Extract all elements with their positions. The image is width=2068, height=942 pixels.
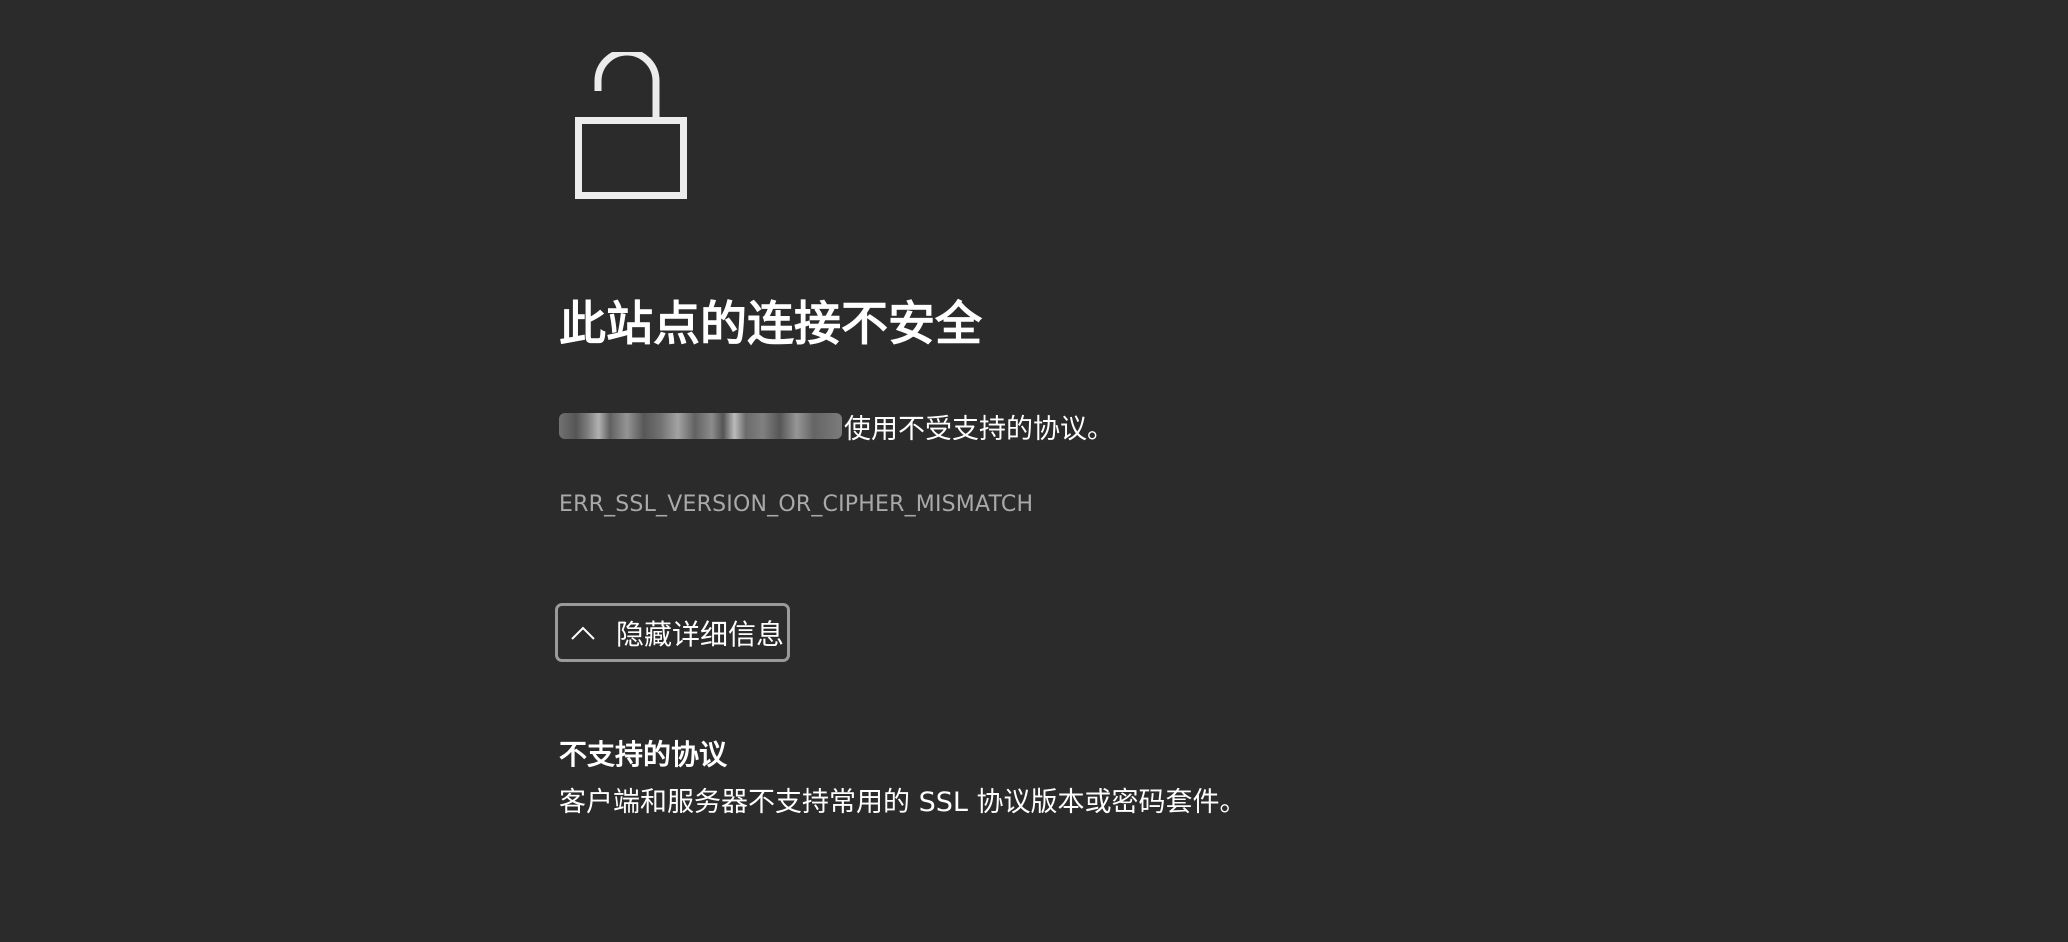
details-text: 客户端和服务器不支持常用的 SSL 协议版本或密码套件。 — [559, 787, 1247, 818]
page-title: 此站点的连接不安全 — [559, 297, 982, 352]
error-description: 使用不受支持的协议。 — [559, 404, 1114, 448]
redacted-hostname — [559, 413, 842, 439]
details-heading: 不支持的协议 — [559, 738, 728, 771]
error-page: 此站点的连接不安全 使用不受支持的协议。 ERR_SSL_VERSION_OR_… — [0, 0, 2068, 942]
error-code: ERR_SSL_VERSION_OR_CIPHER_MISMATCH — [559, 492, 1034, 517]
hide-details-label: 隐藏详细信息 — [616, 617, 785, 651]
hide-details-button[interactable]: 隐藏详细信息 — [555, 603, 790, 662]
error-description-text: 使用不受支持的协议。 — [844, 413, 1114, 445]
unlocked-padlock-icon — [575, 52, 687, 199]
chevron-up-icon — [571, 626, 595, 640]
